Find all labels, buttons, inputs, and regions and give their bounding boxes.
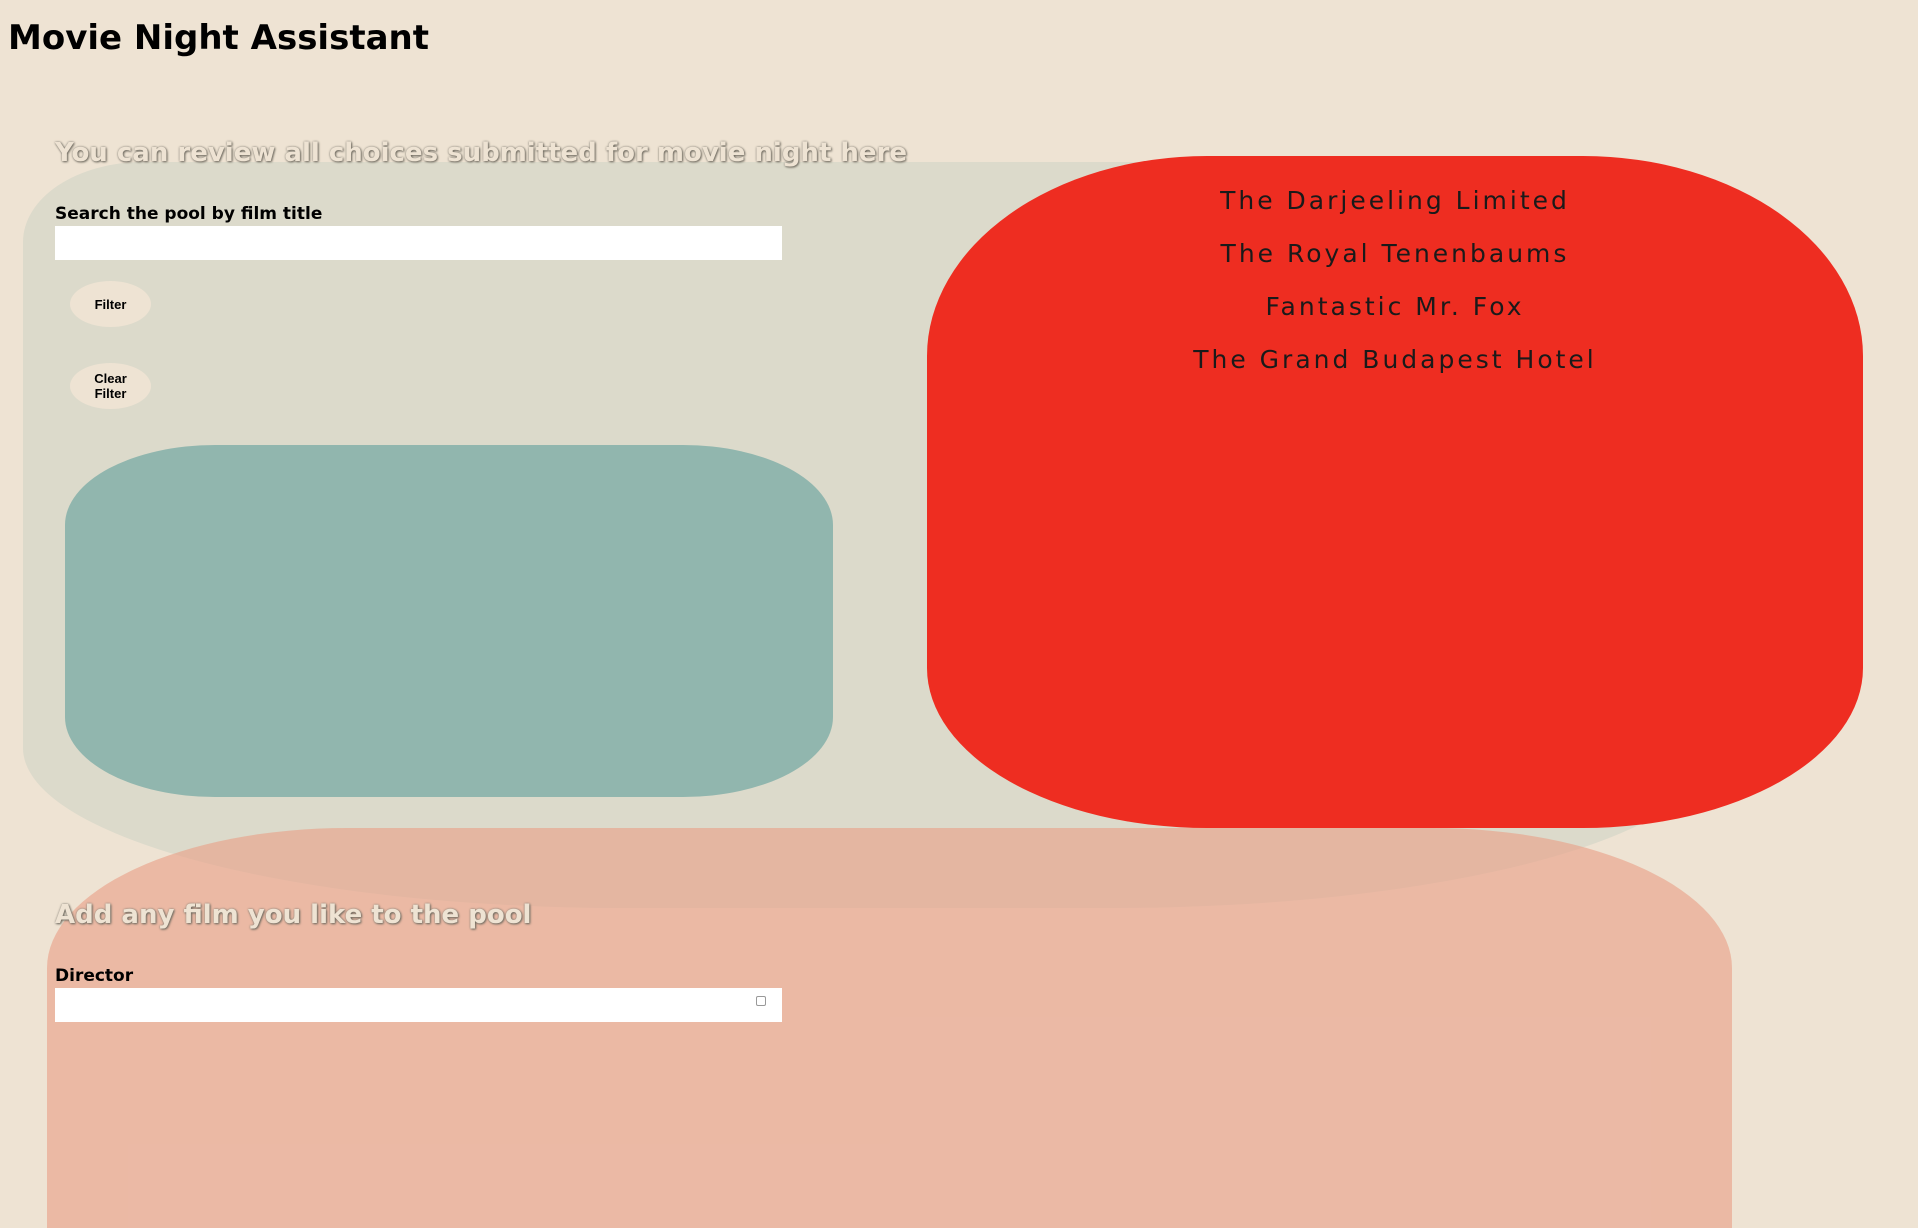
search-input[interactable]	[55, 226, 782, 260]
search-results-panel	[65, 445, 833, 797]
film-pool-panel: The Darjeeling Limited The Royal Tenenba…	[927, 156, 1863, 828]
film-pool-item: Fantastic Mr. Fox	[1265, 292, 1525, 321]
add-film-heading: Add any film you like to the pool	[55, 900, 532, 930]
autofill-icon	[756, 996, 766, 1006]
filter-button[interactable]: Filter	[70, 281, 151, 327]
add-film-section	[47, 828, 1732, 1228]
search-label: Search the pool by film title	[55, 204, 323, 224]
director-input[interactable]	[55, 988, 782, 1022]
clear-filter-button[interactable]: Clear Filter	[70, 363, 151, 409]
film-pool-item: The Darjeeling Limited	[1220, 186, 1570, 215]
film-pool-item: The Royal Tenenbaums	[1220, 239, 1570, 268]
film-pool-list: The Darjeeling Limited The Royal Tenenba…	[927, 180, 1863, 392]
director-label: Director	[55, 966, 134, 986]
film-pool-item: The Grand Budapest Hotel	[1193, 345, 1597, 374]
app-title: Movie Night Assistant	[8, 18, 429, 58]
review-heading: You can review all choices submitted for…	[55, 138, 908, 168]
